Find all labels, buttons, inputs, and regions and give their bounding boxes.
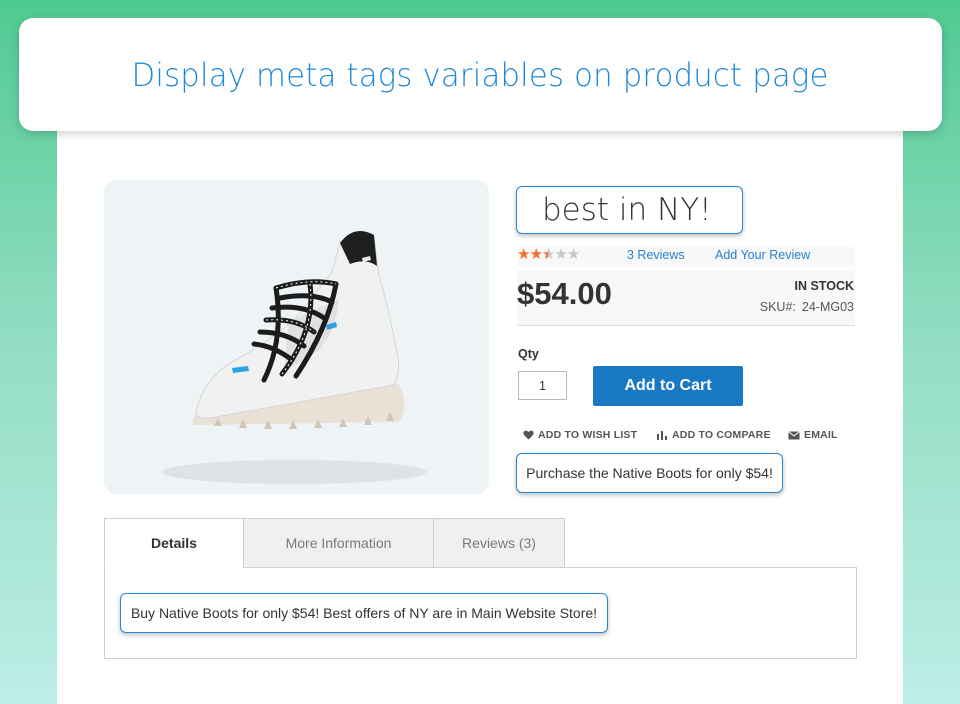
sku: SKU#: 24-MG03: [760, 300, 854, 314]
banner-title: Display meta tags variables on product p…: [131, 55, 830, 94]
star-icon: ★: [566, 246, 580, 263]
add-to-compare-link[interactable]: ADD TO COMPARE: [656, 429, 771, 441]
meta-description-callout: Purchase the Native Boots for only $54!: [516, 453, 783, 493]
add-to-wishlist-link[interactable]: ADD TO WISH LIST: [523, 429, 637, 441]
rating-row: ★★★★★ 3 Reviews Add Your Review: [517, 247, 855, 267]
tab-details[interactable]: Details: [104, 518, 244, 568]
reviews-link[interactable]: 3 Reviews: [627, 248, 685, 262]
qty-label: Qty: [518, 347, 539, 361]
sku-value: 24-MG03: [801, 300, 854, 314]
qty-input[interactable]: [518, 371, 567, 400]
star-icon: ★: [529, 246, 542, 263]
add-to-wishlist-label: ADD TO WISH LIST: [538, 429, 638, 441]
add-to-compare-label: ADD TO COMPARE: [672, 429, 771, 441]
banner: Display meta tags variables on product p…: [19, 18, 942, 131]
meta-keywords-callout: Buy Native Boots for only $54! Best offe…: [120, 593, 608, 633]
product-price: $54.00: [517, 276, 612, 311]
heart-icon: [523, 430, 534, 440]
sku-label: SKU#:: [759, 300, 796, 314]
compare-icon: [657, 431, 667, 440]
add-to-cart-button[interactable]: Add to Cart: [593, 366, 743, 406]
product-image[interactable]: [104, 180, 489, 494]
stock-status: IN STOCK: [794, 279, 855, 293]
star-icon: ★: [517, 246, 530, 263]
add-review-link[interactable]: Add Your Review: [715, 248, 810, 262]
rating-stars: ★★★★★: [517, 246, 580, 263]
boot-image-icon: [162, 230, 426, 484]
email-label: EMAIL: [804, 429, 838, 441]
envelope-icon: [788, 430, 800, 439]
star-icon: ★: [554, 246, 567, 263]
tab-reviews[interactable]: Reviews (3): [433, 518, 565, 568]
tab-more-information[interactable]: More Information: [243, 518, 434, 568]
email-link[interactable]: EMAIL: [788, 429, 838, 441]
half-star-icon: ★: [541, 246, 555, 263]
price-box: $54.00 IN STOCK SKU#: 24-MG03: [517, 270, 855, 326]
meta-title-callout: best in NY!: [516, 186, 743, 234]
